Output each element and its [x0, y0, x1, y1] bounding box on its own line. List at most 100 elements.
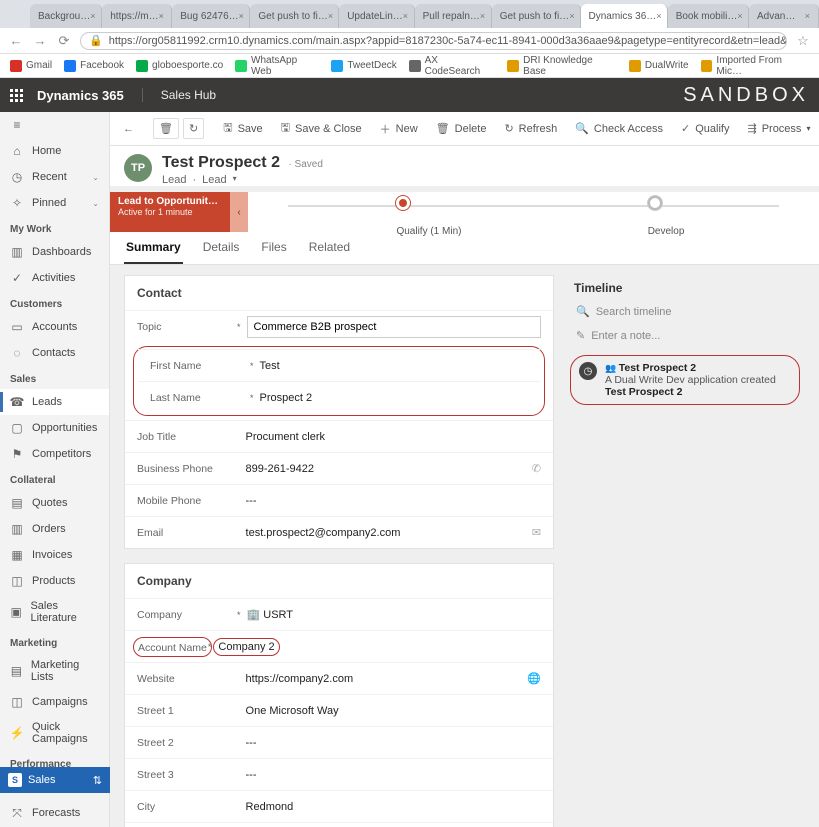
- close-icon[interactable]: ×: [328, 11, 333, 21]
- star-icon[interactable]: ☆: [795, 33, 811, 49]
- url-bar[interactable]: 🔒 https://org05811992.crm10.dynamics.com…: [80, 32, 787, 50]
- tab-details[interactable]: Details: [201, 232, 242, 264]
- field-job-title[interactable]: Job Title Procument clerk: [125, 420, 553, 452]
- qualify-button[interactable]: ✓Qualify: [674, 118, 736, 139]
- field-street2[interactable]: Street 2 ---: [125, 726, 553, 758]
- area-picker[interactable]: S Sales ⇅: [0, 767, 110, 793]
- check-access-button[interactable]: 🔍Check Access: [568, 118, 670, 139]
- browser-tab[interactable]: UpdateLin…×: [339, 4, 414, 28]
- delete-button[interactable]: 🗑Delete: [429, 118, 494, 139]
- sidebar-item-invoices[interactable]: ▦Invoices: [0, 542, 109, 568]
- sidebar-item-campaigns[interactable]: ◫Campaigns: [0, 689, 109, 715]
- bpf-node-qualify[interactable]: [396, 196, 410, 210]
- browser-tab[interactable]: Backgrou…×: [30, 4, 102, 28]
- app-launcher-icon[interactable]: [10, 89, 23, 102]
- sidebar-item-accounts[interactable]: ▭Accounts: [0, 314, 109, 340]
- bookmark-item[interactable]: DualWrite: [629, 60, 689, 72]
- sidebar-item-quick-campaigns[interactable]: ⚡Quick Campaigns: [0, 715, 109, 751]
- browser-tab[interactable]: Bug 62476…×: [172, 4, 250, 28]
- delete-icon-button[interactable]: 🗑: [153, 118, 179, 139]
- nav-fwd-icon[interactable]: →: [32, 33, 48, 48]
- globe-icon[interactable]: 🌐: [527, 672, 541, 685]
- chevron-down-icon[interactable]: ▾: [233, 174, 237, 186]
- field-company[interactable]: Company* 🏢 USRT: [125, 598, 553, 630]
- sidebar-item-forecasts[interactable]: ⤧Forecasts: [0, 800, 109, 826]
- sidebar-item-recent[interactable]: ◷Recent⌄: [0, 164, 109, 190]
- form-name[interactable]: Lead: [202, 174, 226, 186]
- field-account-name[interactable]: Account Name* Company 2: [125, 630, 553, 662]
- close-icon[interactable]: ×: [403, 11, 408, 21]
- field-business-phone[interactable]: Business Phone 899-261-9422 ✆: [125, 452, 553, 484]
- bpf-node-develop[interactable]: [648, 196, 662, 210]
- sidebar-item-pinned[interactable]: ✧Pinned⌄: [0, 190, 109, 216]
- bpf-active-stage[interactable]: Lead to Opportunity Sal… Active for 1 mi…: [110, 192, 230, 232]
- sidebar-item-sales-literature[interactable]: ▣Sales Literature: [0, 594, 109, 630]
- phone-icon[interactable]: ✆: [532, 462, 541, 475]
- email-icon[interactable]: ✉: [532, 526, 541, 539]
- close-icon[interactable]: ×: [805, 11, 810, 21]
- new-button[interactable]: ＋New: [373, 117, 425, 141]
- browser-tab[interactable]: Get push to fi…×: [492, 4, 581, 28]
- field-topic[interactable]: Topic*: [125, 310, 553, 342]
- field-email[interactable]: Email test.prospect2@company2.com ✉: [125, 516, 553, 548]
- nav-back-icon[interactable]: ←: [8, 33, 24, 48]
- timeline-search[interactable]: 🔍 Search timeline: [570, 301, 800, 323]
- sidebar-item-home[interactable]: ⌂Home: [0, 138, 109, 164]
- close-icon[interactable]: ×: [569, 11, 574, 21]
- browser-tab[interactable]: Advan…×: [749, 4, 819, 28]
- sidebar-item-orders[interactable]: ▥Orders: [0, 516, 109, 542]
- value-company[interactable]: 🏢 USRT: [247, 608, 541, 621]
- bookmark-item[interactable]: DRI Knowledge Base: [507, 55, 617, 77]
- timeline-note[interactable]: ✎ Enter a note...: [570, 323, 800, 349]
- field-website[interactable]: Website https://company2.com 🌐: [125, 662, 553, 694]
- sidebar-item-leads[interactable]: ☎Leads: [0, 389, 109, 415]
- close-icon[interactable]: ×: [159, 11, 164, 21]
- back-button[interactable]: ←: [116, 119, 141, 139]
- browser-tab[interactable]: Pull repaln…×: [415, 4, 492, 28]
- browser-tab[interactable]: Book mobili…×: [668, 4, 749, 28]
- sidebar-item-contacts[interactable]: ◌Contacts: [0, 340, 109, 366]
- field-state[interactable]: State/Province WA: [125, 822, 553, 827]
- close-icon[interactable]: ×: [239, 11, 244, 21]
- close-icon[interactable]: ×: [480, 11, 485, 21]
- bookmark-item[interactable]: Gmail: [10, 60, 52, 72]
- sidebar-item-activities[interactable]: ✓Activities: [0, 265, 109, 291]
- browser-tab[interactable]: https://m…×: [102, 4, 172, 28]
- tab-summary[interactable]: Summary: [124, 232, 183, 264]
- tab-files[interactable]: Files: [259, 232, 288, 264]
- field-street3[interactable]: Street 3 ---: [125, 758, 553, 790]
- sidebar-item-quotes[interactable]: ▤Quotes: [0, 490, 109, 516]
- browser-tab[interactable]: Dynamics 36…×: [581, 4, 668, 28]
- process-button[interactable]: ⇶Process▾: [740, 118, 817, 139]
- field-mobile-phone[interactable]: Mobile Phone ---: [125, 484, 553, 516]
- field-first-name[interactable]: First Name* Test: [138, 349, 540, 381]
- field-street1[interactable]: Street 1 One Microsoft Way: [125, 694, 553, 726]
- save-button[interactable]: 🖫Save: [216, 115, 269, 142]
- close-icon[interactable]: ×: [737, 11, 742, 21]
- bookmark-item[interactable]: TweetDeck: [331, 60, 396, 72]
- sidebar-item-products[interactable]: ◫Products: [0, 568, 109, 594]
- refresh-button[interactable]: ↻Refresh: [497, 118, 564, 139]
- nav-reload-icon[interactable]: ⟳: [56, 33, 72, 49]
- bookmark-item[interactable]: Facebook: [64, 60, 124, 72]
- refresh-icon-button[interactable]: ↻: [183, 118, 204, 139]
- bookmark-item[interactable]: AX CodeSearch: [409, 55, 496, 77]
- close-icon[interactable]: ×: [90, 11, 95, 21]
- tab-related[interactable]: Related: [307, 232, 352, 264]
- sidebar-item-opportunities[interactable]: ▢Opportunities: [0, 415, 109, 441]
- sidebar-item-dashboards[interactable]: ▥Dashboards: [0, 239, 109, 265]
- app-area-label[interactable]: Sales Hub: [142, 88, 216, 102]
- bookmark-item[interactable]: WhatsApp Web: [235, 55, 319, 77]
- timeline-item[interactable]: ◷ 👥 Test Prospect 2 A Dual Write Dev app…: [570, 355, 800, 405]
- close-icon[interactable]: ×: [656, 11, 661, 21]
- bpf-collapse-button[interactable]: ‹: [230, 192, 248, 232]
- field-last-name[interactable]: Last Name* Prospect 2: [138, 381, 540, 413]
- sidebar-hamburger[interactable]: ≡: [0, 112, 109, 138]
- sidebar-item-competitors[interactable]: ⚑Competitors: [0, 441, 109, 467]
- sidebar-item-marketing-lists[interactable]: ▤Marketing Lists: [0, 653, 109, 689]
- topic-input[interactable]: [247, 316, 541, 338]
- browser-tab[interactable]: Get push to fi…×: [250, 4, 339, 28]
- field-city[interactable]: City Redmond: [125, 790, 553, 822]
- bookmark-item[interactable]: Imported From Mic…: [701, 55, 809, 77]
- save-close-button[interactable]: 🖫Save & Close: [274, 115, 369, 142]
